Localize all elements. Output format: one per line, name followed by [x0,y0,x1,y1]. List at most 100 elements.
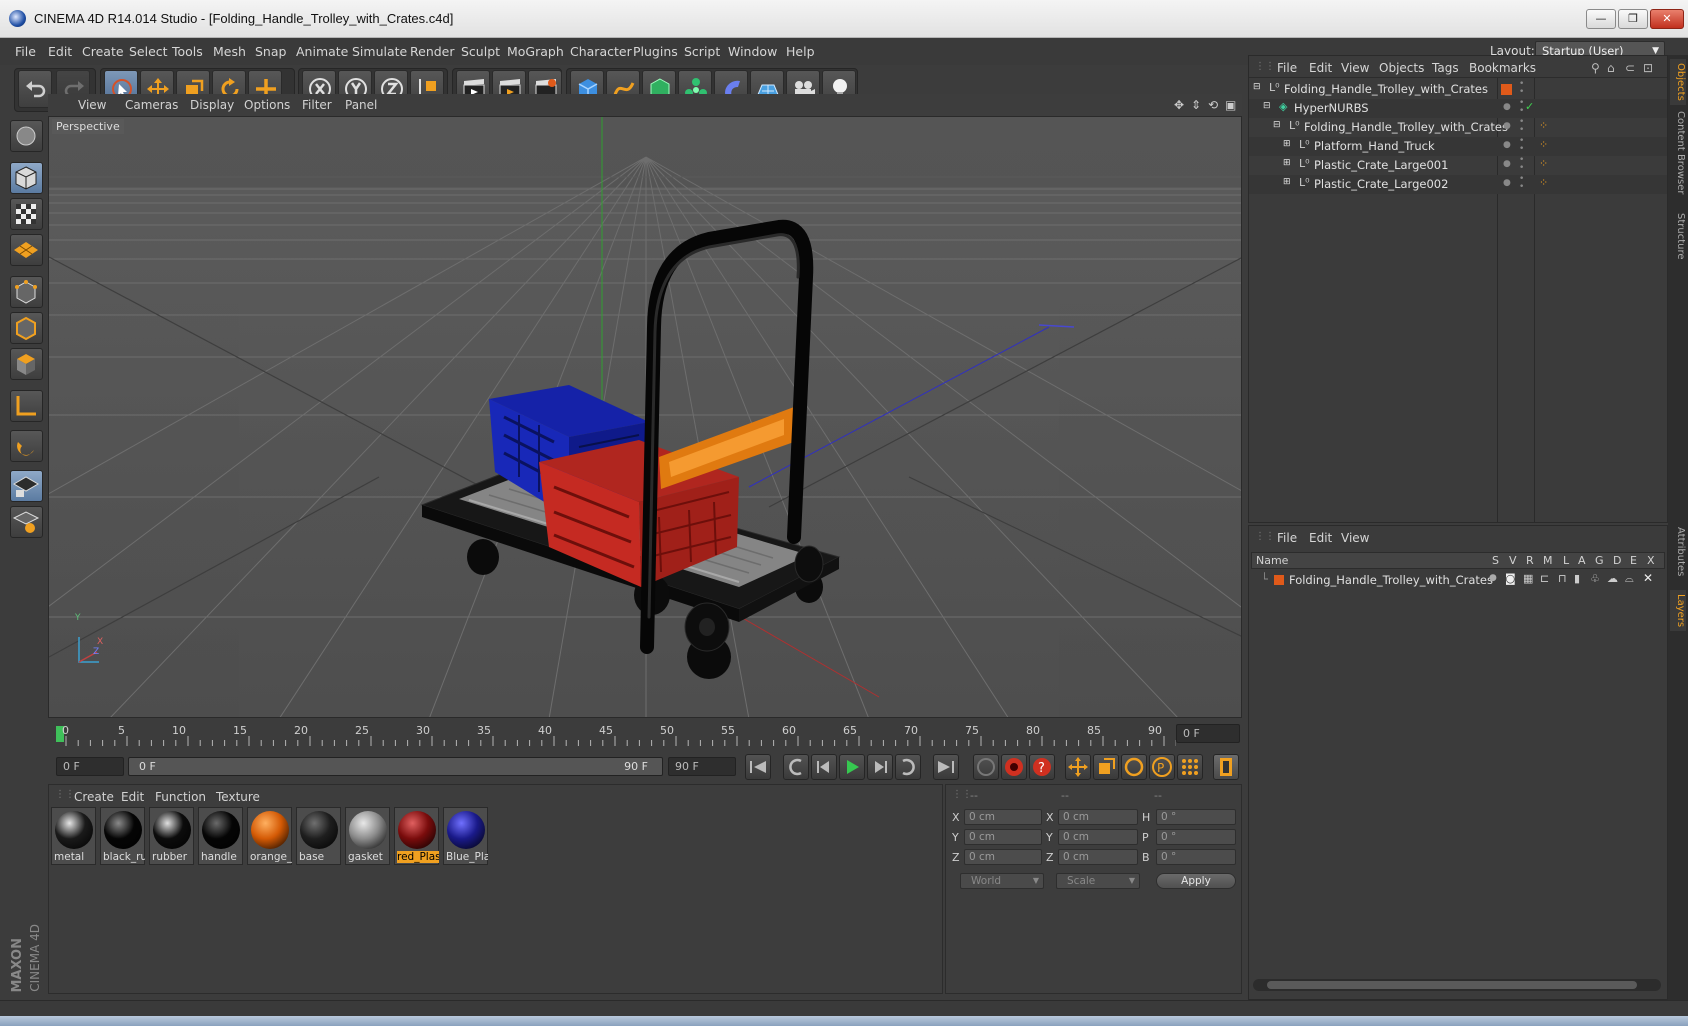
tab-layers[interactable]: Layers [1670,590,1686,632]
material-swatch[interactable]: orange_ [247,807,292,865]
current-frame-field[interactable]: 0 F [1176,724,1240,743]
rotation-h-field[interactable]: 0 ° [1156,809,1236,825]
menu-render[interactable]: Render [410,44,455,59]
visibility-dots-icon[interactable]: • • [1519,137,1524,154]
object-row[interactable]: ⊞ L⁰ Plastic_Crate_Large002 ● • • ⁘ [1249,175,1667,194]
points-mode-button[interactable] [10,276,43,308]
menu-script[interactable]: Script [684,44,720,59]
object-menu-objects[interactable]: Objects [1379,61,1424,75]
render-icon[interactable]: ▦ [1523,572,1533,585]
play-button[interactable] [839,754,865,780]
link-icon[interactable]: ⊂ [1625,61,1635,75]
snap-button[interactable] [10,430,43,462]
deformer-icon[interactable]: ☁ [1607,572,1618,585]
position-z-field[interactable]: 0 cm [964,849,1042,865]
search-icon[interactable]: ⚲ [1591,61,1600,75]
menu-window[interactable]: Window [728,44,777,59]
viewport-menu-cameras[interactable]: Cameras [125,98,178,112]
menu-edit[interactable]: Edit [48,44,72,59]
polygons-mode-button[interactable] [10,348,43,380]
edges-mode-button[interactable] [10,312,43,344]
menu-snap[interactable]: Snap [255,44,286,59]
viewport-zoom-icon[interactable]: ⇕ [1191,98,1201,112]
menu-mograph[interactable]: MoGraph [507,44,564,59]
menu-create[interactable]: Create [82,44,124,59]
menu-animate[interactable]: Animate [296,44,348,59]
material-menu-texture[interactable]: Texture [216,790,260,804]
material-menu-create[interactable]: Create [74,790,114,804]
menu-simulate[interactable]: Simulate [352,44,407,59]
xref-icon[interactable]: ✕ [1643,571,1653,585]
timeline-layout-button[interactable] [1213,754,1239,780]
object-menu-edit[interactable]: Edit [1309,61,1332,75]
material-swatch[interactable]: base [296,807,341,865]
expand-icon[interactable]: ⊟ [1263,101,1271,111]
generator-icon[interactable]: ♧ [1590,572,1600,585]
size-z-field[interactable]: 0 cm [1058,849,1138,865]
home-icon[interactable]: ⌂ [1607,61,1615,75]
key-rotation-button[interactable] [1121,754,1147,780]
object-row[interactable]: ⊞ L⁰ Platform_Hand_Truck ● • • ⁘ [1249,137,1667,156]
object-row[interactable]: ⊟ L⁰ Folding_Handle_Trolley_with_Crates … [1249,118,1667,137]
size-x-field[interactable]: 0 cm [1058,809,1138,825]
workplane-mode-button[interactable] [10,234,43,266]
planar-workplane-button[interactable] [10,506,43,538]
material-swatch[interactable]: Blue_Pla [443,807,488,865]
minimize-button[interactable]: — [1586,9,1616,29]
rotation-b-field[interactable]: 0 ° [1156,849,1236,865]
material-tag-icon[interactable]: ⁘ [1539,176,1548,189]
prev-frame-button[interactable] [811,754,837,780]
layer-color-swatch[interactable] [1274,575,1284,585]
manager-icon[interactable]: ⊏ [1540,572,1549,585]
viewport-menu-view[interactable]: View [78,98,106,112]
object-menu-file[interactable]: File [1277,61,1297,75]
key-position-button[interactable] [1065,754,1091,780]
layer-menu-file[interactable]: File [1277,531,1297,545]
tab-content-browser[interactable]: Content Browser [1670,111,1686,194]
menu-tools[interactable]: Tools [172,44,203,59]
material-swatch[interactable]: handle [198,807,243,865]
material-swatch[interactable]: rubber [149,807,194,865]
axis-mode-button[interactable] [10,390,43,422]
texture-mode-button[interactable] [10,198,43,230]
frame-range-slider[interactable]: 0 F 90 F [128,757,663,776]
viewport-maximize-icon[interactable]: ▣ [1225,98,1236,112]
workplane-lock-button[interactable] [10,470,43,502]
position-y-field[interactable]: 0 cm [964,829,1042,845]
goto-end-button[interactable] [933,754,959,780]
expand-icon[interactable]: ⊞ [1283,139,1291,149]
viewport-menu-display[interactable]: Display [190,98,234,112]
visibility-dots-icon[interactable]: • • [1519,175,1524,192]
new-window-icon[interactable]: ⊡ [1643,61,1653,75]
horizontal-scrollbar[interactable] [1253,979,1661,991]
expression-icon[interactable]: ⌓ [1625,572,1634,586]
goto-start-button[interactable] [745,754,771,780]
apply-button[interactable]: Apply [1156,873,1236,889]
visibility-dots-icon[interactable]: • • [1519,156,1524,173]
menu-sculpt[interactable]: Sculpt [461,44,500,59]
object-menu-tags[interactable]: Tags [1432,61,1459,75]
menu-help[interactable]: Help [786,44,815,59]
menu-select[interactable]: Select [129,44,168,59]
scrollbar-thumb[interactable] [1267,981,1637,989]
eye-icon[interactable]: ◙ [1505,572,1516,585]
size-y-field[interactable]: 0 cm [1058,829,1138,845]
expand-icon[interactable]: ⊟ [1273,120,1281,130]
animation-icon[interactable]: ▮ [1574,572,1580,585]
position-x-field[interactable]: 0 cm [964,809,1042,825]
tab-objects[interactable]: Objects [1670,59,1686,105]
expand-icon[interactable]: ⊞ [1283,177,1291,187]
key-parameter-button[interactable]: P [1149,754,1175,780]
menu-mesh[interactable]: Mesh [213,44,246,59]
visibility-dots-icon[interactable]: • • [1519,118,1524,135]
solo-icon[interactable]: ● [1489,573,1497,583]
expand-icon[interactable]: ⊟ [1253,82,1261,92]
menu-plugins[interactable]: Plugins [633,44,678,59]
checkmark-icon[interactable]: ✓ [1525,100,1534,113]
viewport-menu-options[interactable]: Options [244,98,290,112]
viewport-perspective[interactable]: Perspective Y X Z [48,116,1242,718]
coordinate-mode-select[interactable]: World ▼ [960,873,1044,889]
material-tag-icon[interactable]: ⁘ [1539,138,1548,151]
material-swatch[interactable]: gasket [345,807,390,865]
material-tag-icon[interactable]: ⁘ [1539,157,1548,170]
